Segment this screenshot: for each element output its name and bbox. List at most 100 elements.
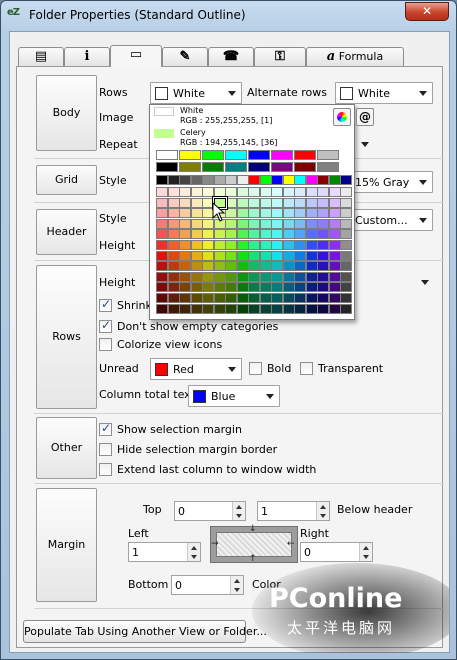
color-swatch[interactable] [340,197,352,208]
color-swatch[interactable] [328,197,341,208]
color-swatch[interactable] [167,293,180,303]
color-swatch[interactable] [225,271,237,282]
color-swatch[interactable] [328,303,341,314]
tab-list[interactable]: ▤ [18,47,64,66]
color-swatch[interactable] [225,162,247,172]
color-swatch[interactable] [190,175,203,185]
color-swatch[interactable] [340,218,352,229]
column-total-color-select[interactable]: Blue [188,385,280,407]
color-swatch[interactable] [294,293,306,303]
color-swatch[interactable] [305,250,318,261]
color-swatch[interactable] [340,303,352,314]
color-swatch[interactable] [213,261,226,272]
color-swatch[interactable] [156,150,178,160]
title-bar[interactable]: eZ Folder Properties (Standard Outline) … [1,1,456,29]
color-swatch[interactable] [156,240,168,250]
color-swatch[interactable] [167,271,180,282]
color-swatch[interactable] [225,293,237,303]
color-swatch[interactable] [213,303,226,314]
color-swatch[interactable] [294,303,306,314]
color-swatch[interactable] [156,197,168,208]
color-swatch[interactable] [340,187,352,197]
grid-section-button[interactable]: Grid [36,165,97,195]
color-swatch[interactable] [167,229,180,240]
color-swatch[interactable] [236,240,249,250]
color-swatch[interactable] [271,293,283,303]
color-swatch[interactable] [340,208,352,219]
color-swatch[interactable] [294,250,306,261]
color-swatch[interactable] [156,282,168,293]
extend-last-column-checkbox[interactable] [99,463,112,476]
color-swatch[interactable] [213,282,226,293]
color-swatch[interactable] [167,208,180,219]
color-swatch[interactable] [236,261,249,272]
tab-key[interactable]: ⚿ [254,47,306,66]
color-swatch[interactable] [190,303,203,314]
color-swatch[interactable] [190,240,203,250]
color-swatch[interactable] [282,197,295,208]
color-swatch[interactable] [225,250,237,261]
color-swatch[interactable] [225,282,237,293]
color-swatch[interactable] [271,303,283,314]
color-swatch[interactable] [179,187,191,197]
spin-up-icon[interactable] [231,576,243,585]
rows-color-select[interactable]: White [150,82,242,104]
color-swatch[interactable] [156,162,178,172]
color-swatch[interactable] [202,293,214,303]
color-swatch[interactable] [340,293,352,303]
color-swatch[interactable] [271,208,283,219]
color-swatch[interactable] [317,187,329,197]
color-swatch[interactable] [179,282,191,293]
tab-formula[interactable]: a Formula [306,47,404,66]
header-section-button[interactable]: Header [36,209,97,255]
color-swatch[interactable] [294,150,316,160]
tab-pen[interactable]: ✎ [162,47,208,66]
color-swatch[interactable] [282,229,295,240]
color-swatch[interactable] [190,218,203,229]
color-swatch[interactable] [259,218,272,229]
color-swatch[interactable] [202,187,214,197]
color-swatch[interactable] [225,218,237,229]
color-swatch[interactable] [259,197,272,208]
color-swatch[interactable] [156,187,168,197]
color-swatch[interactable] [259,261,272,272]
color-swatch[interactable] [179,175,191,185]
color-swatch[interactable] [202,150,224,160]
color-swatch[interactable] [317,197,329,208]
alternate-rows-select[interactable]: White [335,82,433,104]
color-swatch[interactable] [167,240,180,250]
color-swatch[interactable] [190,282,203,293]
color-swatch[interactable] [294,218,306,229]
color-swatch[interactable] [305,197,318,208]
chevron-down-icon[interactable] [421,280,429,285]
color-swatch[interactable] [179,271,191,282]
tab-info[interactable]: i [64,47,110,66]
color-swatch[interactable] [328,175,341,185]
left-margin-spinner[interactable]: 1 [128,542,201,562]
color-swatch[interactable] [248,218,260,229]
color-swatch[interactable] [248,282,260,293]
color-swatch[interactable] [248,261,260,272]
color-swatch[interactable] [282,250,295,261]
color-swatch[interactable] [248,150,270,160]
tab-phone[interactable]: ☎ [208,47,254,66]
color-swatch[interactable] [271,229,283,240]
color-swatch[interactable] [305,271,318,282]
color-swatch[interactable] [328,261,341,272]
right-margin-spinner[interactable]: 0 [300,542,373,562]
color-swatch[interactable] [294,282,306,293]
color-swatch[interactable] [225,261,237,272]
color-swatch[interactable] [282,187,295,197]
bold-checkbox[interactable] [249,362,262,375]
color-swatch[interactable] [328,282,341,293]
color-swatch[interactable] [202,162,224,172]
color-swatch[interactable] [317,303,329,314]
color-swatch[interactable] [202,240,214,250]
color-swatch[interactable] [179,261,191,272]
color-swatch[interactable] [179,150,201,160]
spin-up-icon[interactable] [317,502,329,511]
top-margin-spinner[interactable]: 0 [174,501,246,521]
color-wheel-button[interactable] [333,108,351,126]
color-swatch[interactable] [305,229,318,240]
spin-up-icon[interactable] [188,543,200,552]
